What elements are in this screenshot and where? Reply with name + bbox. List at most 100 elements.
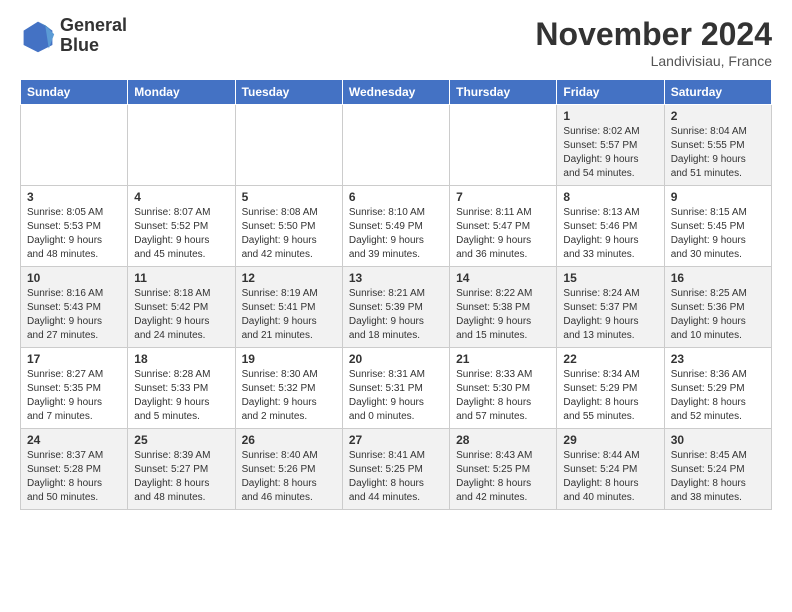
day-number: 21 <box>456 352 550 366</box>
day-number: 11 <box>134 271 228 285</box>
day-number: 3 <box>27 190 121 204</box>
calendar-week-row: 10Sunrise: 8:16 AM Sunset: 5:43 PM Dayli… <box>21 267 772 348</box>
weekday-header: Tuesday <box>235 80 342 105</box>
day-info: Sunrise: 8:36 AM Sunset: 5:29 PM Dayligh… <box>671 368 765 424</box>
day-info: Sunrise: 8:33 AM Sunset: 5:30 PM Dayligh… <box>456 368 550 424</box>
day-info: Sunrise: 8:11 AM Sunset: 5:47 PM Dayligh… <box>456 206 550 262</box>
calendar-cell <box>450 105 557 186</box>
day-info: Sunrise: 8:18 AM Sunset: 5:42 PM Dayligh… <box>134 287 228 343</box>
calendar-cell: 9 Sunrise: 8:15 AM Sunset: 5:45 PM Daylig… <box>664 186 771 267</box>
calendar-cell: 12Sunrise: 8:19 AM Sunset: 5:41 PM Dayli… <box>235 267 342 348</box>
calendar-cell: 19 Sunrise: 8:30 AM Sunset: 5:32 PM Dayli… <box>235 348 342 429</box>
weekday-header: Sunday <box>21 80 128 105</box>
logo-line2: Blue <box>60 36 127 56</box>
calendar-cell: 14 Sunrise: 8:22 AM Sunset: 5:38 PM Dayli… <box>450 267 557 348</box>
calendar-cell: 16 Sunrise: 8:25 AM Sunset: 5:36 PM Dayli… <box>664 267 771 348</box>
day-info: Sunrise: 8:07 AM Sunset: 5:52 PM Dayligh… <box>134 206 228 262</box>
calendar-cell: 11 Sunrise: 8:18 AM Sunset: 5:42 PM Dayli… <box>128 267 235 348</box>
logo-text: General Blue <box>60 16 127 56</box>
day-info: Sunrise: 8:27 AM Sunset: 5:35 PM Dayligh… <box>27 368 121 424</box>
day-info: Sunrise: 8:13 AM Sunset: 5:46 PM Dayligh… <box>563 206 657 262</box>
calendar-cell: 21 Sunrise: 8:33 AM Sunset: 5:30 PM Dayli… <box>450 348 557 429</box>
day-info: Sunrise: 8:34 AM Sunset: 5:29 PM Dayligh… <box>563 368 657 424</box>
calendar-cell <box>128 105 235 186</box>
day-info: Sunrise: 8:22 AM Sunset: 5:38 PM Dayligh… <box>456 287 550 343</box>
calendar-cell: 25 Sunrise: 8:39 AM Sunset: 5:27 PM Dayli… <box>128 429 235 510</box>
calendar-cell <box>342 105 449 186</box>
calendar-cell: 29 Sunrise: 8:44 AM Sunset: 5:24 PM Dayli… <box>557 429 664 510</box>
day-info: Sunrise: 8:30 AM Sunset: 5:32 PM Dayligh… <box>242 368 336 424</box>
calendar-cell: 10Sunrise: 8:16 AM Sunset: 5:43 PM Dayli… <box>21 267 128 348</box>
day-number: 8 <box>563 190 657 204</box>
calendar-cell: 20 Sunrise: 8:31 AM Sunset: 5:31 PM Dayli… <box>342 348 449 429</box>
day-number: 1 <box>563 109 657 123</box>
calendar-week-row: 24 Sunrise: 8:37 AM Sunset: 5:28 PM Dayli… <box>21 429 772 510</box>
calendar-cell: 7 Sunrise: 8:11 AM Sunset: 5:47 PM Daylig… <box>450 186 557 267</box>
day-number: 16 <box>671 271 765 285</box>
day-info: Sunrise: 8:21 AM Sunset: 5:39 PM Dayligh… <box>349 287 443 343</box>
day-info: Sunrise: 8:15 AM Sunset: 5:45 PM Dayligh… <box>671 206 765 262</box>
logo-icon <box>20 18 56 54</box>
day-number: 10 <box>27 271 121 285</box>
day-info: Sunrise: 8:10 AM Sunset: 5:49 PM Dayligh… <box>349 206 443 262</box>
weekday-header: Saturday <box>664 80 771 105</box>
day-info: Sunrise: 8:37 AM Sunset: 5:28 PM Dayligh… <box>27 449 121 505</box>
calendar-cell: 2Sunrise: 8:04 AM Sunset: 5:55 PM Daylig… <box>664 105 771 186</box>
calendar-cell: 5 Sunrise: 8:08 AM Sunset: 5:50 PM Daylig… <box>235 186 342 267</box>
day-number: 22 <box>563 352 657 366</box>
header: General Blue November 2024 Landivisiau, … <box>20 16 772 69</box>
calendar-cell: 30 Sunrise: 8:45 AM Sunset: 5:24 PM Dayli… <box>664 429 771 510</box>
logo: General Blue <box>20 16 127 56</box>
day-number: 25 <box>134 433 228 447</box>
weekday-header: Wednesday <box>342 80 449 105</box>
day-info: Sunrise: 8:25 AM Sunset: 5:36 PM Dayligh… <box>671 287 765 343</box>
calendar-table: SundayMondayTuesdayWednesdayThursdayFrid… <box>20 79 772 510</box>
day-number: 17 <box>27 352 121 366</box>
day-info: Sunrise: 8:04 AM Sunset: 5:55 PM Dayligh… <box>671 125 765 181</box>
day-number: 9 <box>671 190 765 204</box>
day-number: 15 <box>563 271 657 285</box>
day-number: 13 <box>349 271 443 285</box>
day-info: Sunrise: 8:28 AM Sunset: 5:33 PM Dayligh… <box>134 368 228 424</box>
calendar-week-row: 3 Sunrise: 8:05 AM Sunset: 5:53 PM Daylig… <box>21 186 772 267</box>
calendar-cell: 4 Sunrise: 8:07 AM Sunset: 5:52 PM Daylig… <box>128 186 235 267</box>
day-number: 30 <box>671 433 765 447</box>
day-number: 7 <box>456 190 550 204</box>
day-info: Sunrise: 8:40 AM Sunset: 5:26 PM Dayligh… <box>242 449 336 505</box>
calendar-cell: 23 Sunrise: 8:36 AM Sunset: 5:29 PM Dayli… <box>664 348 771 429</box>
calendar-cell: 24 Sunrise: 8:37 AM Sunset: 5:28 PM Dayli… <box>21 429 128 510</box>
day-number: 27 <box>349 433 443 447</box>
day-info: Sunrise: 8:45 AM Sunset: 5:24 PM Dayligh… <box>671 449 765 505</box>
day-number: 29 <box>563 433 657 447</box>
day-number: 4 <box>134 190 228 204</box>
day-number: 23 <box>671 352 765 366</box>
day-info: Sunrise: 8:31 AM Sunset: 5:31 PM Dayligh… <box>349 368 443 424</box>
day-number: 6 <box>349 190 443 204</box>
calendar-cell: 8 Sunrise: 8:13 AM Sunset: 5:46 PM Daylig… <box>557 186 664 267</box>
calendar-cell: 28Sunrise: 8:43 AM Sunset: 5:25 PM Dayli… <box>450 429 557 510</box>
calendar-cell: 13 Sunrise: 8:21 AM Sunset: 5:39 PM Dayli… <box>342 267 449 348</box>
calendar-cell: 18Sunrise: 8:28 AM Sunset: 5:33 PM Dayli… <box>128 348 235 429</box>
calendar-week-row: 17 Sunrise: 8:27 AM Sunset: 5:35 PM Dayli… <box>21 348 772 429</box>
day-info: Sunrise: 8:05 AM Sunset: 5:53 PM Dayligh… <box>27 206 121 262</box>
day-number: 20 <box>349 352 443 366</box>
day-number: 24 <box>27 433 121 447</box>
logo-line1: General <box>60 16 127 36</box>
calendar-cell: 17 Sunrise: 8:27 AM Sunset: 5:35 PM Dayli… <box>21 348 128 429</box>
weekday-header: Monday <box>128 80 235 105</box>
day-info: Sunrise: 8:08 AM Sunset: 5:50 PM Dayligh… <box>242 206 336 262</box>
day-number: 5 <box>242 190 336 204</box>
weekday-header: Thursday <box>450 80 557 105</box>
day-number: 12 <box>242 271 336 285</box>
weekday-header: Friday <box>557 80 664 105</box>
day-number: 26 <box>242 433 336 447</box>
day-info: Sunrise: 8:39 AM Sunset: 5:27 PM Dayligh… <box>134 449 228 505</box>
calendar-cell: 6 Sunrise: 8:10 AM Sunset: 5:49 PM Daylig… <box>342 186 449 267</box>
calendar-cell: 15Sunrise: 8:24 AM Sunset: 5:37 PM Dayli… <box>557 267 664 348</box>
calendar-cell: 1Sunrise: 8:02 AM Sunset: 5:57 PM Daylig… <box>557 105 664 186</box>
day-number: 19 <box>242 352 336 366</box>
day-info: Sunrise: 8:44 AM Sunset: 5:24 PM Dayligh… <box>563 449 657 505</box>
calendar-cell <box>21 105 128 186</box>
day-info: Sunrise: 8:43 AM Sunset: 5:25 PM Dayligh… <box>456 449 550 505</box>
day-number: 14 <box>456 271 550 285</box>
